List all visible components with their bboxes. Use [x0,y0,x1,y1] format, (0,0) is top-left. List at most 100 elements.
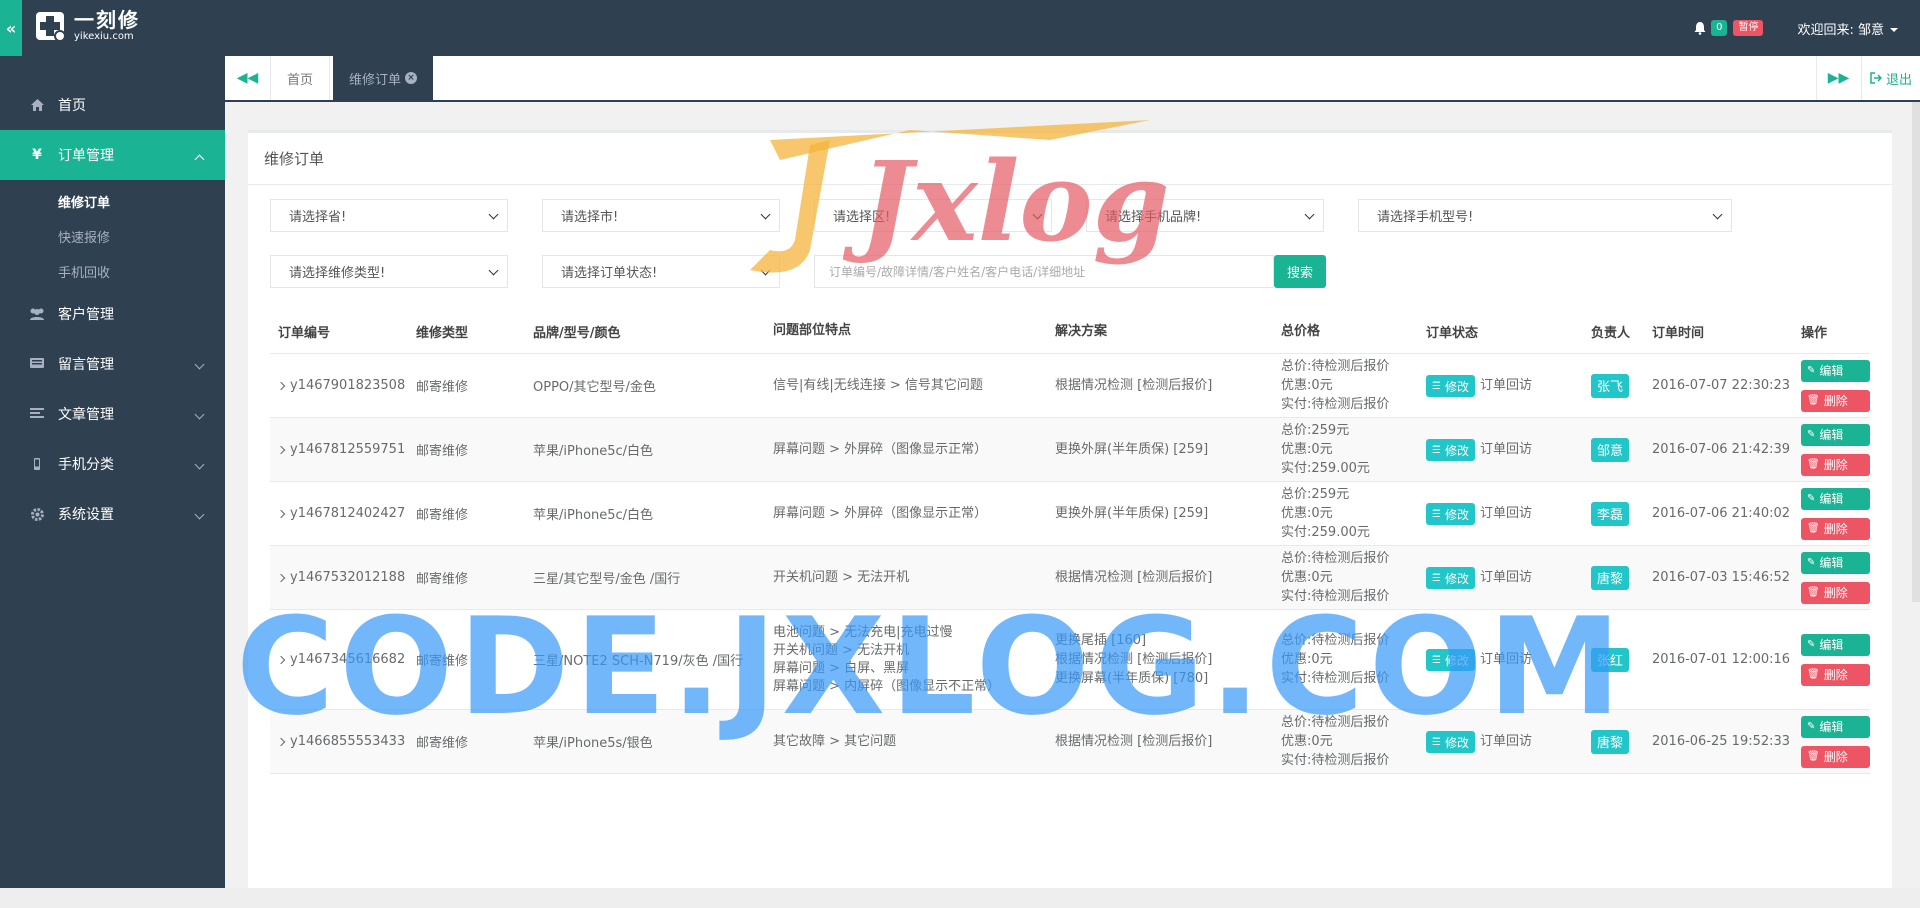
order-id-cell[interactable]: y1466855553433 [270,734,408,749]
sidebar-item-messages[interactable]: 留言管理 [0,339,225,389]
issues-cell: 屏幕问题 > 外屏碎（图像显示正常） [765,505,1047,523]
sidebar-item-settings[interactable]: 系统设置 [0,489,225,539]
tab-repair-orders[interactable]: 维修订单 × [333,56,434,100]
chevron-right-icon[interactable] [276,509,286,518]
paid-value: 待检测后报价 [1311,753,1390,768]
sidebar-item-orders[interactable]: ¥ 订单管理 [0,130,225,180]
total-value: 待检测后报价 [1311,359,1390,374]
column-header: 品牌/型号/颜色 [533,325,621,341]
close-icon[interactable]: × [405,72,418,84]
modify-status-button[interactable]: ☰ 修改 [1426,649,1475,672]
order-visit-link[interactable]: 订单回访 [1480,442,1532,457]
table-row: y1467345616682 邮寄维修 三星/NOTE2 SCH-N719/灰色… [270,610,1870,710]
solutions-cell: 根据情况检测 [检测后报价] [1047,376,1273,395]
solutions-cell: 更换尾插 [160] 根据情况检测 [检测后报价] 更换屏幕(半年质保) [780] [1047,631,1273,688]
chevron-right-icon[interactable] [276,655,286,664]
delete-button[interactable]: 🗑 删除 [1801,389,1870,412]
repair-type-select[interactable]: 请选择维修类型! [270,255,508,288]
repair-type-select-value: 请选择维修类型! [289,266,386,281]
edit-label: 编辑 [1819,556,1844,570]
order-visit-link[interactable]: 订单回访 [1480,378,1532,393]
person-cell: 唐黎 [1583,729,1644,754]
solutions-cell: 根据情况检测 [检测后报价] [1047,568,1273,587]
person-badge: 唐黎 [1591,729,1630,754]
sidebar-subitem-repair-orders[interactable]: 维修订单 [0,184,225,219]
order-id-cell[interactable]: y1467532012188 [270,570,408,585]
sidebar-collapse-button[interactable]: « [0,0,22,56]
order-id-cell[interactable]: y1467812559751 [270,442,408,457]
bell-icon[interactable] [1693,21,1707,35]
sidebar-subitem-quick-repair[interactable]: 快速报修 [0,219,225,254]
modify-status-button[interactable]: ☰ 修改 [1426,731,1475,754]
sidebar-item-home[interactable]: 首页 [0,80,225,130]
delete-button[interactable]: 🗑 删除 [1801,663,1870,686]
chevron-right-icon[interactable] [276,737,286,746]
delete-button[interactable]: 🗑 删除 [1801,745,1870,768]
trash-icon: 🗑 [1807,751,1820,762]
modify-status-button[interactable]: ☰ 修改 [1426,567,1475,590]
column-header: 订单时间 [1652,325,1705,341]
edit-button[interactable]: ✎ 编辑 [1801,633,1870,656]
modify-status-button[interactable]: ☰ 修改 [1426,375,1475,398]
delete-button[interactable]: 🗑 删除 [1801,453,1870,476]
edit-button[interactable]: ✎ 编辑 [1801,487,1870,510]
order-visit-link[interactable]: 订单回访 [1480,652,1532,667]
issues-cell: 其它故障 > 其它问题 [765,733,1047,751]
person-badge: 邹意 [1591,437,1630,462]
model-select[interactable]: 请选择手机型号! [1358,199,1732,232]
chevron-down-icon [1712,209,1723,220]
order-id: y1467812559751 [290,442,406,457]
delete-label: 删除 [1823,668,1848,682]
modify-status-button[interactable]: ☰ 修改 [1426,439,1475,462]
chevron-right-icon[interactable] [276,445,286,454]
district-select[interactable]: 请选择区! [814,199,1052,232]
modify-label: 修改 [1444,735,1469,750]
sidebar-item-phone-categories[interactable]: 手机分类 [0,439,225,489]
order-id-cell[interactable]: y1467901823508 [270,378,408,393]
order-visit-link[interactable]: 订单回访 [1480,570,1532,585]
sidebar-item-customers[interactable]: 客户管理 [0,289,225,339]
modify-status-button[interactable]: ☰ 修改 [1426,503,1475,526]
city-select[interactable]: 请选择市! [542,199,780,232]
order-id-cell[interactable]: y1467345616682 [270,652,408,667]
notification-count-badge[interactable]: 0 [1711,20,1728,36]
province-select[interactable]: 请选择省! [270,199,508,232]
brand-select-value: 请选择手机品牌! [1105,210,1202,225]
person-badge: 唐黎 [1591,565,1630,590]
search-placeholder: 订单编号/故障详情/客户姓名/客户电话/详细地址 [829,265,1086,279]
order-status-select[interactable]: 请选择订单状态! [542,255,780,288]
column-header: 维修类型 [416,325,469,341]
delete-button[interactable]: 🗑 删除 [1801,581,1870,604]
paid-value: 待检测后报价 [1311,589,1390,604]
tab-home[interactable]: 首页 [271,56,331,100]
delete-button[interactable]: 🗑 删除 [1801,517,1870,540]
total-value: 259元 [1311,487,1350,502]
order-id-cell[interactable]: y1467812402427 [270,506,408,521]
sidebar-subitem-phone-recycle[interactable]: 手机回收 [0,254,225,289]
edit-button[interactable]: ✎ 编辑 [1801,423,1870,446]
chevron-right-icon[interactable] [276,381,286,390]
search-input[interactable]: 订单编号/故障详情/客户姓名/客户电话/详细地址 [814,255,1274,288]
edit-button[interactable]: ✎ 编辑 [1801,715,1870,738]
status-badge[interactable]: 暂停 [1733,20,1764,36]
issue-line: 电池问题 > 无法充电|充电过慢 [773,624,953,640]
vertical-scrollbar[interactable] [1912,102,1920,602]
logout-button[interactable]: 退出 [1860,56,1912,100]
tab-scroll-right-button[interactable]: ▶▶ [1816,56,1860,100]
sidebar: 首页 ¥ 订单管理 维修订单 快速报修 手机回收 客户管理 留言管理 文章管理 … [0,56,225,888]
table-row: y1467532012188 邮寄维修 三星/其它型号/金色 /国行 开关机问题… [270,546,1870,610]
discount-label: 优惠: [1281,570,1312,585]
sidebar-item-articles[interactable]: 文章管理 [0,389,225,439]
tab-scroll-left-button[interactable]: ◀◀ [225,56,271,100]
horizontal-scrollbar[interactable] [0,888,1920,908]
discount-label: 优惠: [1281,652,1312,667]
issues-cell: 信号|有线|无线连接 > 信号其它问题 [765,377,1047,395]
search-button[interactable]: 搜索 [1274,255,1326,288]
chevron-right-icon[interactable] [276,573,286,582]
user-menu[interactable]: 欢迎回来: 邹意 [1797,19,1898,38]
order-visit-link[interactable]: 订单回访 [1480,506,1532,521]
order-visit-link[interactable]: 订单回访 [1480,734,1532,749]
brand-select[interactable]: 请选择手机品牌! [1086,199,1324,232]
edit-button[interactable]: ✎ 编辑 [1801,359,1870,382]
edit-button[interactable]: ✎ 编辑 [1801,551,1870,574]
